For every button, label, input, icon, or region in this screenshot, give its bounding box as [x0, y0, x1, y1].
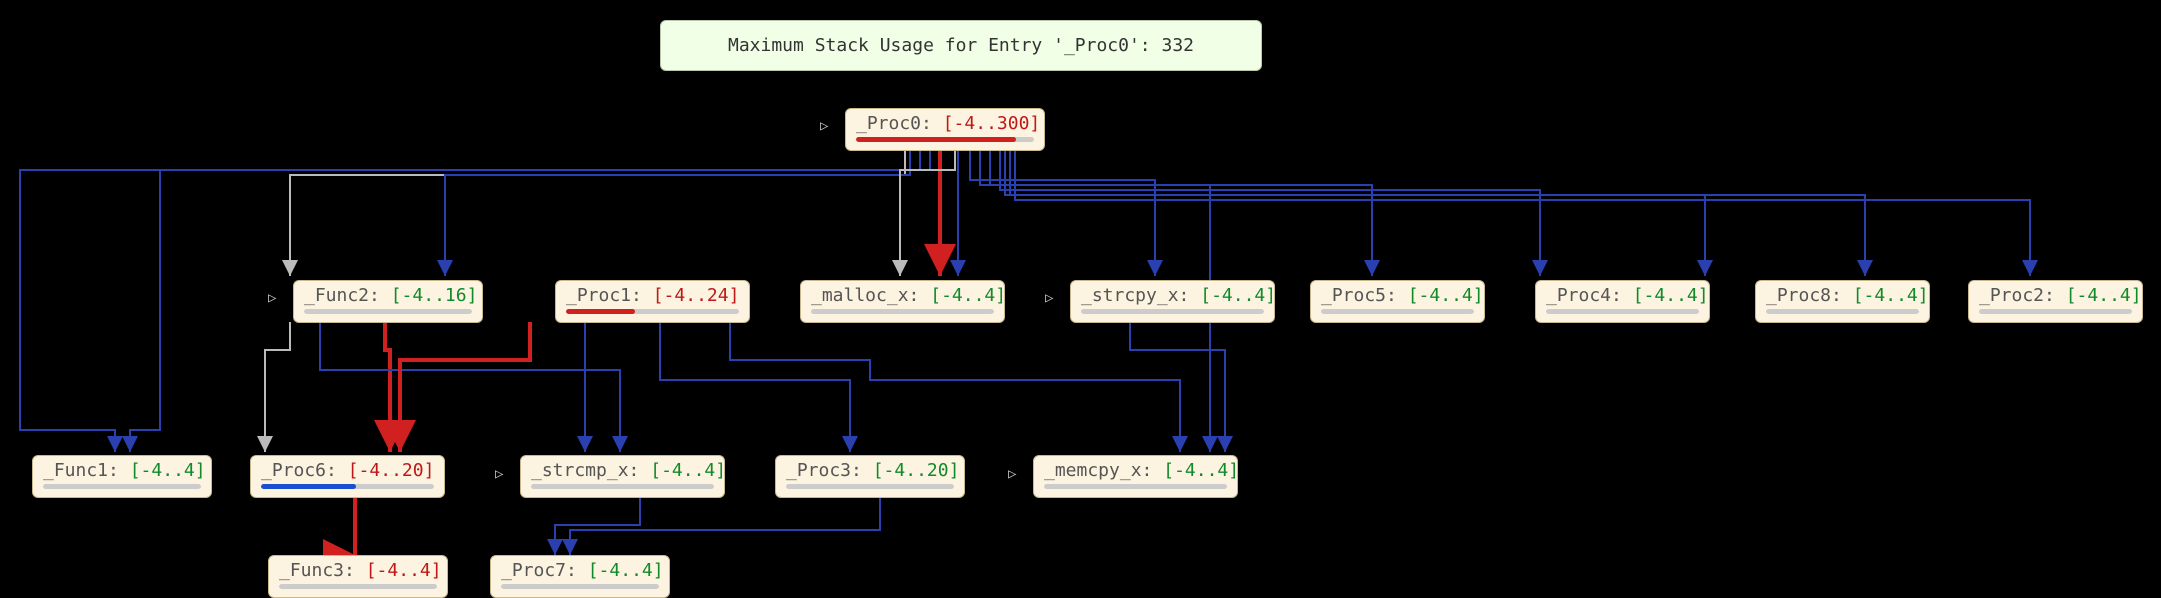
usage-bar [261, 484, 434, 489]
node-range: [-4..4] [588, 560, 664, 581]
title-box: Maximum Stack Usage for Entry '_Proc0': … [660, 20, 1262, 71]
usage-bar [1044, 484, 1227, 489]
usage-bar [1081, 309, 1264, 314]
node-label: _strcpy_x [1081, 285, 1179, 306]
node-memcpy-x[interactable]: _memcpy_x: [-4..4] [1033, 455, 1238, 498]
node-func3[interactable]: _Func3: [-4..4] [268, 555, 448, 598]
node-label: _malloc_x [811, 285, 909, 306]
expand-marker-icon[interactable]: ▷ [1008, 466, 1016, 482]
node-range: [-4..4] [1408, 285, 1484, 306]
usage-bar [1766, 309, 1919, 314]
usage-bar [1979, 309, 2132, 314]
node-range: [-4..4] [1633, 285, 1709, 306]
usage-bar [304, 309, 472, 314]
node-range: [-4..16] [391, 285, 478, 306]
node-func2[interactable]: _Func2: [-4..16] [293, 280, 483, 323]
expand-marker-icon[interactable]: ▷ [268, 290, 276, 306]
node-func1[interactable]: _Func1: [-4..4] [32, 455, 212, 498]
node-proc8[interactable]: _Proc8: [-4..4] [1755, 280, 1930, 323]
node-proc0[interactable]: _Proc0: [-4..300] [845, 108, 1045, 151]
node-strcpy-x[interactable]: _strcpy_x: [-4..4] [1070, 280, 1275, 323]
node-label: _Func3 [279, 560, 344, 581]
usage-bar [43, 484, 201, 489]
node-proc3[interactable]: _Proc3: [-4..20] [775, 455, 965, 498]
node-proc7[interactable]: _Proc7: [-4..4] [490, 555, 670, 598]
node-range: [-4..4] [1200, 285, 1276, 306]
node-label: _Proc2 [1979, 285, 2044, 306]
node-range: [-4..4] [130, 460, 206, 481]
usage-bar [786, 484, 954, 489]
node-proc6[interactable]: _Proc6: [-4..20] [250, 455, 445, 498]
usage-bar [531, 484, 714, 489]
usage-bar [566, 309, 739, 314]
node-range: [-4..24] [653, 285, 740, 306]
node-range: [-4..4] [930, 285, 1006, 306]
usage-bar [501, 584, 659, 589]
node-label: _Proc3 [786, 460, 851, 481]
node-range: [-4..4] [2066, 285, 2142, 306]
node-label: _Func1 [43, 460, 108, 481]
node-range: [-4..20] [873, 460, 960, 481]
node-range: [-4..4] [1853, 285, 1929, 306]
node-strcmp-x[interactable]: _strcmp_x: [-4..4] [520, 455, 725, 498]
node-proc4[interactable]: _Proc4: [-4..4] [1535, 280, 1710, 323]
node-range: [-4..4] [366, 560, 442, 581]
node-label: _Proc6 [261, 460, 326, 481]
node-malloc-x[interactable]: _malloc_x: [-4..4] [800, 280, 1005, 323]
node-label: _memcpy_x [1044, 460, 1142, 481]
node-range: [-4..4] [650, 460, 726, 481]
node-range: [-4..20] [348, 460, 435, 481]
usage-bar [811, 309, 994, 314]
usage-bar [279, 584, 437, 589]
node-proc2[interactable]: _Proc2: [-4..4] [1968, 280, 2143, 323]
node-label: _Func2 [304, 285, 369, 306]
node-label: _Proc1 [566, 285, 631, 306]
node-label: _Proc7 [501, 560, 566, 581]
node-proc1[interactable]: _Proc1: [-4..24] [555, 280, 750, 323]
node-label: _Proc8 [1766, 285, 1831, 306]
node-range: [-4..4] [1163, 460, 1239, 481]
expand-marker-icon[interactable]: ▷ [495, 466, 503, 482]
node-label: _Proc5 [1321, 285, 1386, 306]
node-label: _strcmp_x [531, 460, 629, 481]
node-range: [-4..300] [943, 113, 1041, 134]
node-label: _Proc4 [1546, 285, 1611, 306]
expand-marker-icon[interactable]: ▷ [1045, 290, 1053, 306]
usage-bar [856, 137, 1034, 142]
node-label: _Proc0 [856, 113, 921, 134]
node-proc5[interactable]: _Proc5: [-4..4] [1310, 280, 1485, 323]
expand-marker-icon[interactable]: ▷ [820, 118, 828, 134]
usage-bar [1321, 309, 1474, 314]
usage-bar [1546, 309, 1699, 314]
title-text: Maximum Stack Usage for Entry '_Proc0': … [728, 35, 1194, 56]
